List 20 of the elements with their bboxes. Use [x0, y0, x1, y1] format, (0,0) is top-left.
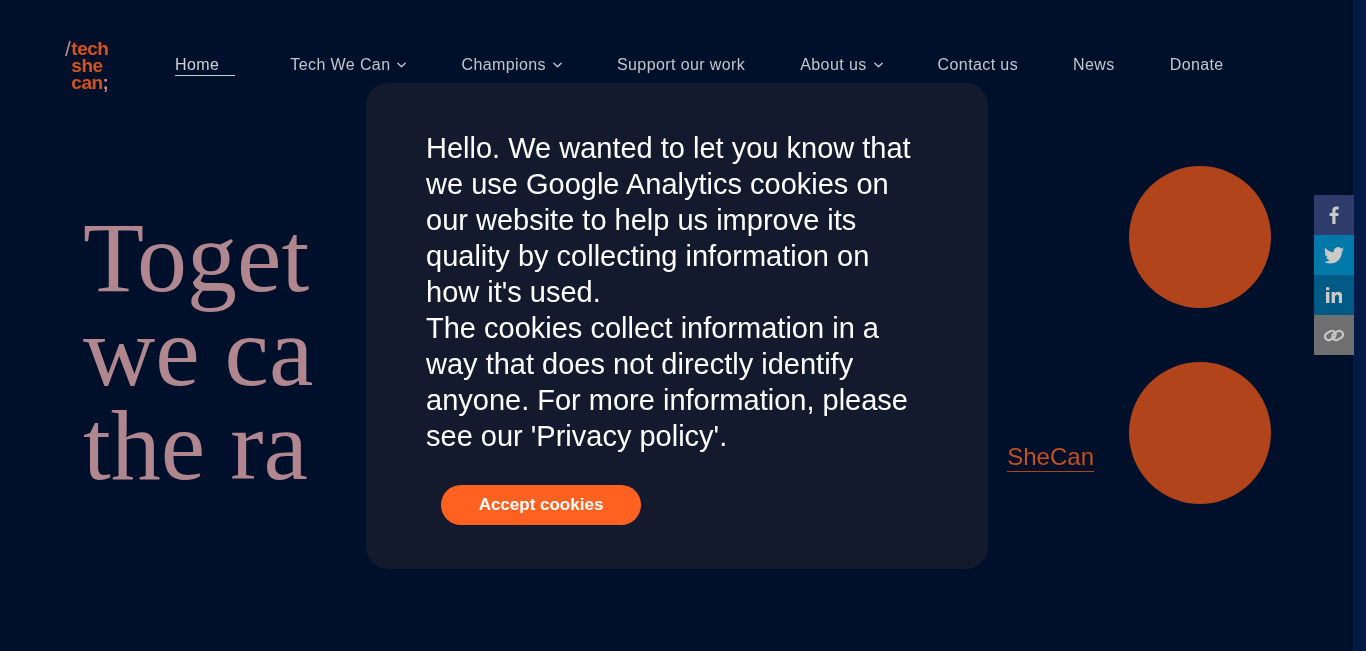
twitter-icon [1324, 246, 1344, 264]
nav-link[interactable]: Support our work [616, 55, 746, 76]
share-button[interactable] [1314, 235, 1354, 275]
nav-link[interactable]: Tech We Can [290, 55, 407, 76]
hero-heading: Toget we ca the ra [83, 211, 314, 503]
nav-link[interactable]: Home [175, 55, 236, 76]
cookie-notice-text: Hello. We wanted to let you know that we use Google Analytics cookies on our website to help us improve its quality by collecting information on how it's used. [426, 131, 912, 310]
linkedin-icon [1326, 287, 1342, 303]
nav-link[interactable]: News [1073, 55, 1115, 76]
cookie-notice-text: The cookies collect information in a way that does not directly identify anyone. For more information, please see our 'Privacy policy'. [426, 311, 909, 454]
facebook-icon [1329, 206, 1339, 224]
share-button[interactable] [1314, 195, 1354, 235]
share-button[interactable] [1314, 315, 1354, 355]
nav-link[interactable]: About us [800, 55, 883, 76]
nav-link[interactable]: Contact us [937, 55, 1019, 76]
chain-link-icon [1322, 327, 1346, 343]
share-button[interactable] [1314, 275, 1354, 315]
nav-link[interactable]: Donate [1169, 55, 1224, 76]
nav-link[interactable]: Champions [461, 55, 562, 76]
hashtag-link[interactable]: SheCan [1007, 443, 1094, 472]
